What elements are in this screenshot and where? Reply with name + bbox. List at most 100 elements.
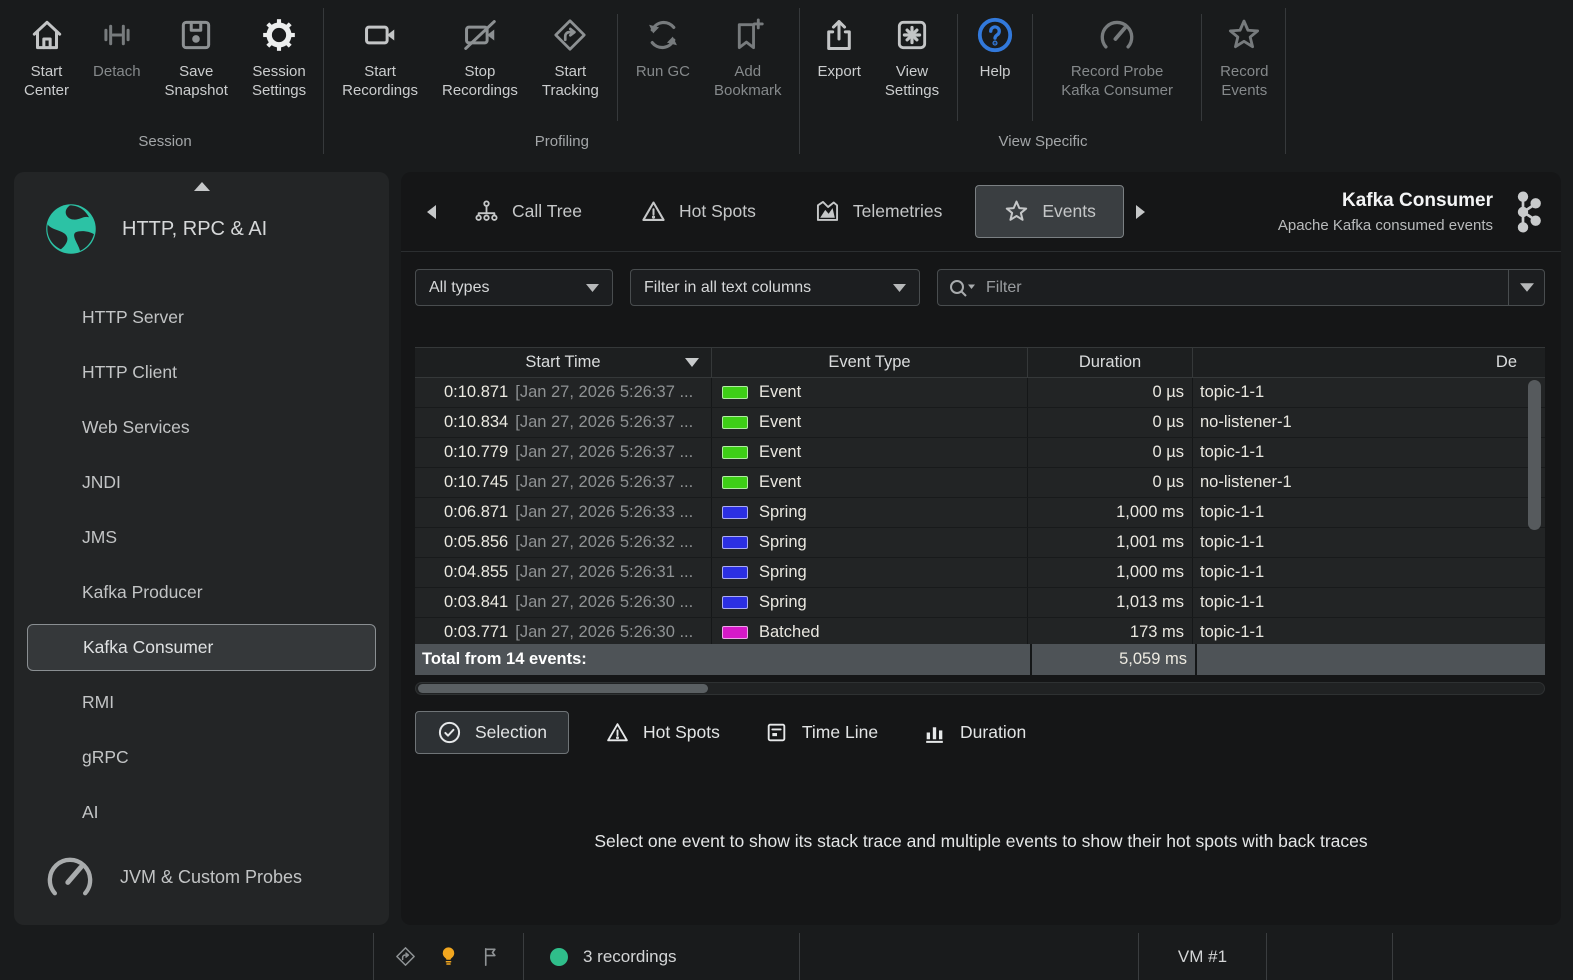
cell-description: topic-1-1 xyxy=(1200,563,1265,581)
column-header-label: De xyxy=(1495,353,1517,371)
column-header-event-type[interactable]: Event Type xyxy=(712,348,1028,377)
check-circle-icon xyxy=(437,720,462,745)
search-icon xyxy=(948,278,978,298)
table-row[interactable]: 0:10.834 [Jan 27, 2026 5:26:37 ... Event 0 … xyxy=(415,408,1545,438)
event-type-color-chip xyxy=(722,476,748,489)
start-tracking-button[interactable]: Start Tracking xyxy=(530,12,611,105)
table-row[interactable]: 0:04.855 [Jan 27, 2026 5:26:31 ... Spring 1… xyxy=(415,558,1545,588)
cell-event-type: Spring xyxy=(712,558,1028,587)
sidebar-item-jvm-custom-probes[interactable]: JVM & Custom Probes xyxy=(14,851,302,903)
cell-start-time: 0:05.856 [Jan 27, 2026 5:26:32 ... xyxy=(415,528,712,557)
column-header-start-time[interactable]: Start Time xyxy=(415,348,712,377)
record-events-button[interactable]: Record Events xyxy=(1208,12,1280,105)
toolbar-group-view-specific: Export View Settings Help Record Probe Kafk… xyxy=(800,0,1287,160)
column-filter-select[interactable]: Filter in all text columns xyxy=(630,269,920,306)
start-recordings-button[interactable]: Start Recordings xyxy=(330,12,430,105)
status-vm-cell[interactable]: VM #1 xyxy=(1139,933,1267,980)
event-time: 0:04.855 xyxy=(444,563,509,581)
record-probe-kafka-consumer-button[interactable]: Record Probe Kafka Consumer xyxy=(1039,12,1195,105)
vertical-scrollbar[interactable] xyxy=(1528,380,1541,530)
cell-description: topic-1-1 xyxy=(1200,503,1265,521)
toolbar-button-label: Help xyxy=(979,63,1011,80)
detail-tab-selection[interactable]: Selection xyxy=(415,711,569,754)
scroll-up-icon[interactable] xyxy=(193,182,210,191)
start-tracking-icon xyxy=(551,16,589,54)
cell-description: topic-1-1 xyxy=(1200,533,1265,551)
table-total-row: Total from 14 events: 5,059 ms xyxy=(415,644,1545,675)
detail-tab-duration[interactable]: Duration xyxy=(922,720,1026,745)
event-date: [Jan 27, 2026 5:26:37 ... xyxy=(515,443,694,461)
run-gc-button[interactable]: Run GC xyxy=(624,12,702,86)
save-snapshot-button[interactable]: Save Snapshot xyxy=(153,12,240,105)
star-icon xyxy=(1003,198,1030,225)
start-center-button[interactable]: Start Center xyxy=(12,12,81,105)
view-settings-button[interactable]: View Settings xyxy=(873,12,951,105)
table-row[interactable]: 0:10.871 [Jan 27, 2026 5:26:37 ... Event 0 … xyxy=(415,378,1545,408)
session-settings-button[interactable]: Session Settings xyxy=(240,12,318,105)
table-row[interactable]: 0:05.856 [Jan 27, 2026 5:26:32 ... Spring 1… xyxy=(415,528,1545,558)
event-date: [Jan 27, 2026 5:26:33 ... xyxy=(515,503,694,521)
sidebar-item-jndi[interactable]: JNDI xyxy=(14,455,389,510)
table-row[interactable]: 0:10.745 [Jan 27, 2026 5:26:37 ... Event 0 … xyxy=(415,468,1545,498)
cell-start-time: 0:06.871 [Jan 27, 2026 5:26:33 ... xyxy=(415,498,712,527)
horizontal-scrollbar-thumb[interactable] xyxy=(418,684,708,693)
tab-label: Telemetries xyxy=(852,201,943,221)
export-button[interactable]: Export xyxy=(806,12,873,86)
cell-description: topic-1-1 xyxy=(1200,383,1265,401)
horizontal-scrollbar[interactable] xyxy=(415,682,1545,695)
cell-event-type: Event xyxy=(712,378,1028,407)
sidebar-item-kafka-producer[interactable]: Kafka Producer xyxy=(14,565,389,620)
sidebar-item-grpc[interactable]: gRPC xyxy=(14,730,389,785)
view-tab-bar: Call Tree Hot Spots Telemetries Events Kafk… xyxy=(401,172,1561,252)
cell-description: topic-1-1 xyxy=(1200,593,1265,611)
detail-tab-time-line[interactable]: Time Line xyxy=(764,720,878,745)
tracking-icon[interactable] xyxy=(394,945,417,968)
flag-icon[interactable] xyxy=(480,945,503,968)
table-row[interactable]: 0:06.871 [Jan 27, 2026 5:26:33 ... Spring 1… xyxy=(415,498,1545,528)
column-header-de[interactable]: De xyxy=(1193,348,1545,377)
status-spacer xyxy=(800,933,1139,980)
cell-duration: 0 µs xyxy=(1028,438,1193,467)
bulb-icon[interactable] xyxy=(437,945,460,968)
toolbar-button-label: Detach xyxy=(93,63,141,80)
toolbar-button-label: Record Events xyxy=(1220,63,1269,99)
stop-recordings-icon xyxy=(461,16,499,54)
tab-scroll-right-icon[interactable] xyxy=(1134,204,1147,220)
table-row[interactable]: 0:10.779 [Jan 27, 2026 5:26:37 ... Event 0 … xyxy=(415,438,1545,468)
help-button[interactable]: Help xyxy=(964,12,1026,86)
filter-history-dropdown[interactable] xyxy=(1508,270,1544,305)
cell-start-time: 0:04.855 [Jan 27, 2026 5:26:31 ... xyxy=(415,558,712,587)
table-row[interactable]: 0:03.771 [Jan 27, 2026 5:26:30 ... Batched… xyxy=(415,618,1545,644)
detail-tab-hot-spots[interactable]: Hot Spots xyxy=(605,720,720,745)
tab-events[interactable]: Events xyxy=(975,185,1124,238)
event-date: [Jan 27, 2026 5:26:30 ... xyxy=(515,593,694,611)
event-type-label: Spring xyxy=(759,593,807,611)
sidebar-item-ai[interactable]: AI xyxy=(14,785,389,840)
status-icons-cell xyxy=(374,933,524,980)
view-title-block: Kafka Consumer Apache Kafka consumed eve… xyxy=(1278,190,1493,234)
sidebar-item-web-services[interactable]: Web Services xyxy=(14,400,389,455)
sidebar-item-http-client[interactable]: HTTP Client xyxy=(14,345,389,400)
filter-search-field[interactable]: Filter xyxy=(937,269,1545,306)
event-date: [Jan 27, 2026 5:26:37 ... xyxy=(515,383,694,401)
stop-recordings-button[interactable]: Stop Recordings xyxy=(430,12,530,105)
sidebar-item-rmi[interactable]: RMI xyxy=(14,675,389,730)
tab-hot-spots[interactable]: Hot Spots xyxy=(640,198,756,225)
tab-call-tree[interactable]: Call Tree xyxy=(473,198,582,225)
column-header-label: Start Time xyxy=(525,353,601,371)
type-filter-select[interactable]: All types xyxy=(415,269,613,306)
add-bookmark-button[interactable]: Add Bookmark xyxy=(702,12,794,105)
detach-button[interactable]: Detach xyxy=(81,12,153,86)
chevron-down-icon xyxy=(1519,283,1534,292)
sidebar-item-http-server[interactable]: HTTP Server xyxy=(14,290,389,345)
tab-scroll-left-icon[interactable] xyxy=(425,204,438,220)
event-type-color-chip xyxy=(722,566,748,579)
column-header-duration[interactable]: Duration xyxy=(1028,348,1193,377)
toolbar-divider xyxy=(957,14,959,121)
tab-telemetries[interactable]: Telemetries xyxy=(814,198,942,225)
recordings-label: 3 recordings xyxy=(583,946,677,966)
sidebar-item-kafka-consumer[interactable]: Kafka Consumer xyxy=(27,624,376,671)
sidebar-item-jms[interactable]: JMS xyxy=(14,510,389,565)
table-row[interactable]: 0:03.841 [Jan 27, 2026 5:26:30 ... Spring 1… xyxy=(415,588,1545,618)
detail-tab-label: Hot Spots xyxy=(643,722,720,742)
